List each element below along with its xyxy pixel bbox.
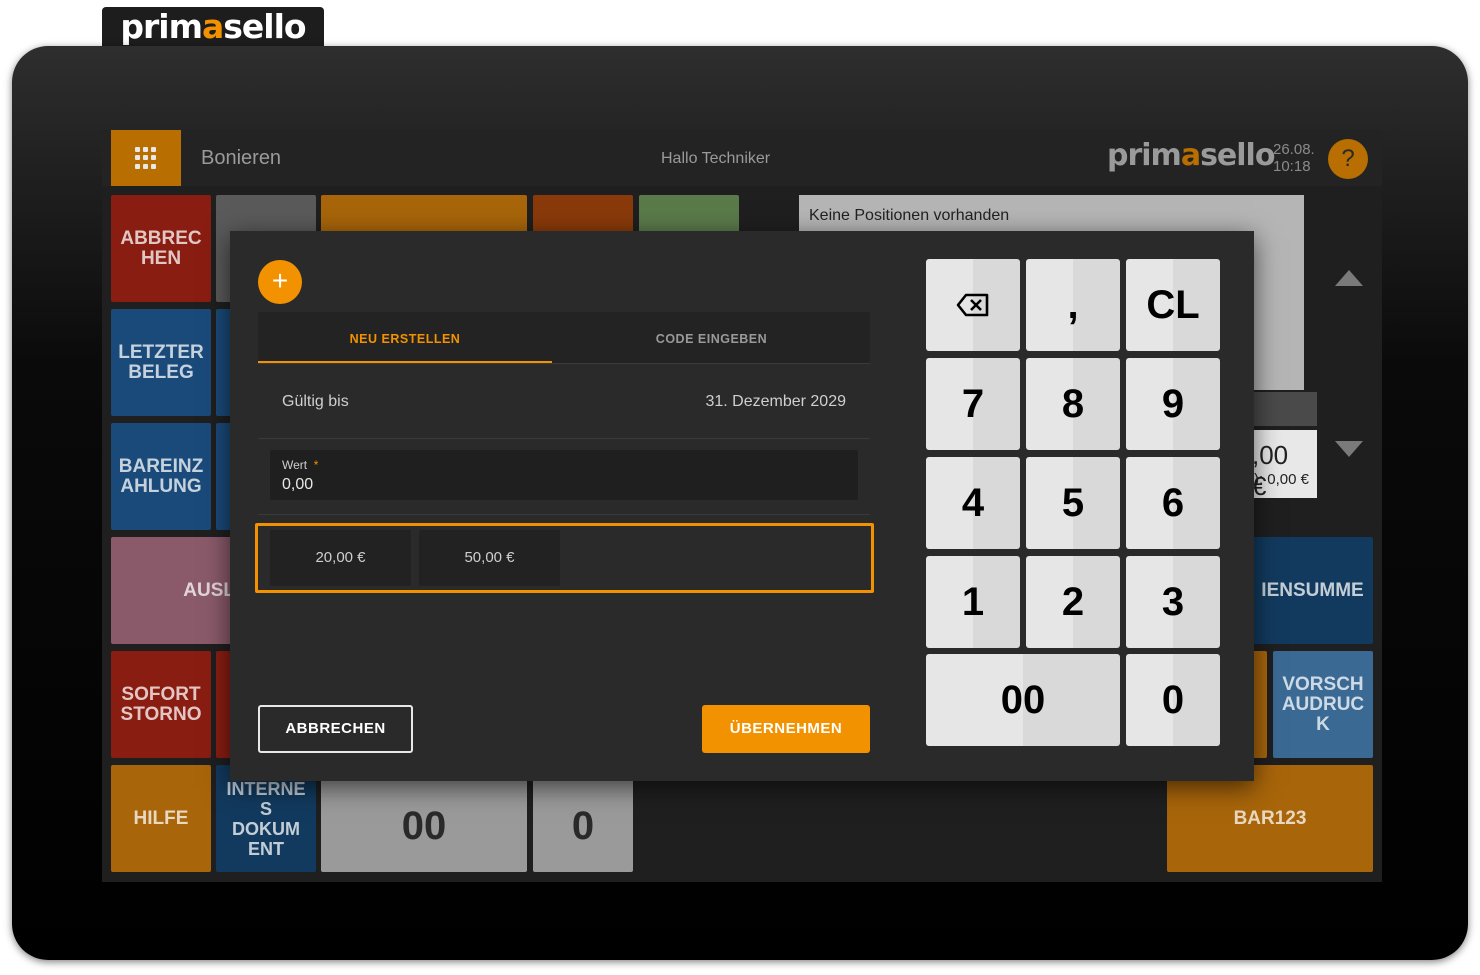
preset-amounts: 20,00 € 50,00 €	[255, 523, 874, 593]
key-5[interactable]: 5	[1026, 457, 1120, 549]
key-7[interactable]: 7	[926, 358, 1020, 450]
value-row: Wert * 0,00	[258, 439, 870, 515]
orange-tile-top[interactable]	[321, 195, 527, 235]
cash-deposit-tile[interactable]: BAREINZ AHLUNG	[111, 423, 211, 530]
green-tile-top[interactable]	[639, 195, 739, 235]
value-field[interactable]: Wert * 0,00	[270, 450, 858, 500]
question-icon[interactable]: ?	[1328, 139, 1368, 179]
primasello-logo: primasello	[102, 7, 324, 51]
key-9[interactable]: 9	[1126, 358, 1220, 450]
subtotal-tile[interactable]: IENSUMME	[1252, 537, 1373, 644]
dialog-tabs: NEU ERSTELLEN CODE EINGEBEN	[258, 312, 870, 364]
value-label: Wert *	[282, 458, 319, 472]
key-3[interactable]: 3	[1126, 556, 1220, 648]
instant-void-tile[interactable]: SOFORT STORNO	[111, 651, 211, 758]
subtotal-amount: ): 0,00 €	[1253, 471, 1309, 488]
tab-enter-code[interactable]: CODE EINGEBEN	[553, 312, 870, 363]
orange-tile-right[interactable]	[1252, 651, 1267, 758]
value-input[interactable]: 0,00	[282, 476, 313, 494]
backspace-icon	[956, 293, 989, 317]
grid-icon	[135, 147, 157, 169]
user-greeting: Hallo Techniker	[661, 150, 771, 167]
key-1[interactable]: 1	[926, 556, 1020, 648]
brand-logo: primasello	[1107, 138, 1275, 173]
valid-until-label: Gültig bis	[282, 393, 349, 410]
comma-key[interactable]: ,	[1026, 259, 1120, 351]
page-title: Bonieren	[201, 147, 282, 169]
preset-50-button[interactable]: 50,00 €	[419, 530, 560, 586]
datetime: 26.08. 10:18	[1273, 141, 1315, 175]
valid-until-row[interactable]: Gültig bis 31. Dezember 2029	[258, 365, 870, 439]
key-0[interactable]: 0	[1126, 654, 1220, 746]
voucher-dialog: + NEU ERSTELLEN CODE EINGEBEN Gültig bis…	[230, 231, 1254, 781]
backspace-key[interactable]	[926, 259, 1020, 351]
cancel-tile[interactable]: ABBREC HEN	[111, 195, 211, 302]
arrow-up-icon[interactable]	[1335, 270, 1363, 286]
preview-print-tile[interactable]: VORSCH AUDRUC K	[1273, 651, 1373, 758]
menu-button[interactable]	[111, 130, 181, 186]
clear-key[interactable]: CL	[1126, 259, 1220, 351]
key-2[interactable]: 2	[1026, 556, 1120, 648]
total-box: ,00 € ): 0,00 €	[1252, 430, 1317, 501]
bg-key-00[interactable]: 00	[321, 779, 527, 872]
key-00[interactable]: 00	[926, 654, 1120, 746]
valid-until-value: 31. Dezember 2029	[705, 393, 846, 410]
plus-icon[interactable]: +	[258, 260, 302, 304]
key-8[interactable]: 8	[1026, 358, 1120, 450]
arrow-down-icon[interactable]	[1335, 441, 1363, 457]
cancel-button[interactable]: ABBRECHEN	[258, 705, 413, 753]
tab-new[interactable]: NEU ERSTELLEN	[258, 312, 552, 363]
dark-orange-tile-top[interactable]	[533, 195, 633, 235]
empty-positions-text: Keine Positionen vorhanden	[809, 207, 1010, 224]
date-text: 26.08.	[1273, 141, 1315, 158]
sum-bar	[1252, 392, 1317, 426]
time-text: 10:18	[1273, 158, 1311, 175]
help-tile[interactable]: HILFE	[111, 765, 211, 872]
bar123-tile[interactable]: BAR123	[1167, 765, 1373, 872]
bg-key-0[interactable]: 0	[533, 779, 633, 872]
internal-document-tile[interactable]: INTERNE S DOKUM ENT	[216, 765, 316, 872]
key-6[interactable]: 6	[1126, 457, 1220, 549]
last-receipt-tile[interactable]: LETZTER BELEG	[111, 309, 211, 416]
confirm-button[interactable]: ÜBERNEHMEN	[702, 705, 870, 753]
preset-20-button[interactable]: 20,00 €	[270, 530, 411, 586]
top-bar: Bonieren Hallo Techniker primasello 26.0…	[102, 130, 1382, 186]
key-4[interactable]: 4	[926, 457, 1020, 549]
